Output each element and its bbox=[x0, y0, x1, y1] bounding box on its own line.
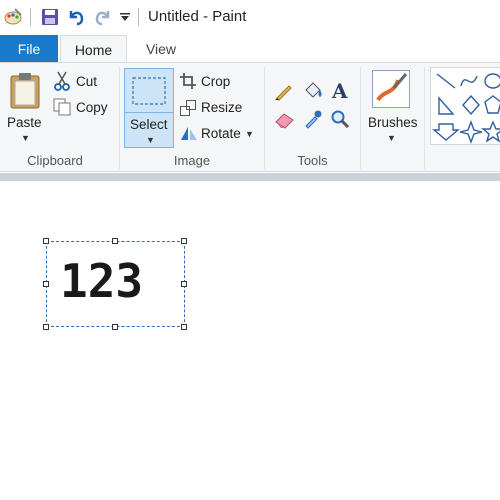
four-point-star-shape-icon bbox=[459, 120, 483, 144]
cut-icon[interactable] bbox=[54, 71, 70, 94]
rotate-icon[interactable] bbox=[180, 125, 198, 144]
crop-button[interactable]: Crop bbox=[201, 74, 230, 89]
title-bar: Untitled - Paint bbox=[0, 0, 500, 34]
clipboard-group-label: Clipboard bbox=[27, 153, 83, 168]
five-point-star-shape-icon bbox=[481, 120, 500, 143]
pentagon-shape-icon bbox=[484, 95, 500, 114]
image-group-label: Image bbox=[173, 153, 211, 168]
copy-button[interactable]: Copy bbox=[76, 100, 108, 115]
paste-icon[interactable] bbox=[9, 72, 41, 113]
shapes-gallery[interactable] bbox=[430, 67, 500, 145]
ribbon: Paste ▼ Cut Copy Clipboard Select ▼ Crop… bbox=[0, 62, 500, 172]
text-tool-icon[interactable]: A bbox=[330, 79, 352, 104]
paste-button[interactable]: Paste bbox=[7, 115, 42, 130]
brushes-icon[interactable] bbox=[372, 70, 410, 111]
window-title: Untitled - Paint bbox=[148, 8, 247, 25]
save-icon[interactable] bbox=[38, 6, 62, 28]
customize-toolbar-icon[interactable] bbox=[117, 6, 133, 28]
select-dropdown-icon[interactable]: ▼ bbox=[146, 135, 155, 145]
toolbar-separator bbox=[138, 8, 139, 26]
select-label[interactable]: Select bbox=[130, 117, 168, 132]
down-arrow-shape-icon bbox=[432, 123, 460, 141]
resize-handle[interactable] bbox=[181, 324, 187, 330]
curve-shape-icon bbox=[460, 75, 478, 87]
resize-icon[interactable] bbox=[180, 100, 196, 119]
resize-handle[interactable] bbox=[43, 238, 49, 244]
redo-icon[interactable] bbox=[91, 6, 115, 28]
crop-icon[interactable] bbox=[180, 73, 196, 92]
resize-handle[interactable] bbox=[43, 281, 49, 287]
diamond-shape-icon bbox=[462, 94, 480, 116]
toolbar-separator bbox=[30, 8, 31, 26]
select-button[interactable]: Select ▼ bbox=[124, 68, 174, 148]
fill-bucket-icon[interactable] bbox=[302, 80, 324, 105]
magnifier-icon[interactable] bbox=[330, 109, 350, 132]
resize-button[interactable]: Resize bbox=[201, 100, 242, 115]
undo-icon[interactable] bbox=[64, 6, 88, 28]
eraser-icon[interactable] bbox=[275, 111, 295, 132]
svg-text:A: A bbox=[331, 79, 348, 101]
pencil-icon[interactable] bbox=[274, 81, 294, 104]
copy-icon[interactable] bbox=[53, 98, 71, 119]
resize-handle[interactable] bbox=[43, 324, 49, 330]
color-picker-icon[interactable] bbox=[303, 109, 323, 132]
resize-handle[interactable] bbox=[112, 238, 118, 244]
group-divider bbox=[424, 67, 425, 169]
canvas-drawn-text: 123 bbox=[60, 254, 144, 308]
tools-group-label: Tools bbox=[297, 153, 328, 168]
canvas-border bbox=[0, 173, 500, 181]
brushes-button[interactable]: Brushes bbox=[368, 115, 418, 130]
select-rectangle-icon bbox=[132, 77, 166, 105]
shapes-gallery-icons bbox=[432, 73, 500, 144]
paint-app-icon[interactable] bbox=[2, 6, 24, 28]
group-divider bbox=[360, 67, 361, 169]
ribbon-tabs: File Home View bbox=[0, 35, 500, 63]
tab-home[interactable]: Home bbox=[60, 35, 127, 63]
resize-handle[interactable] bbox=[181, 281, 187, 287]
paste-dropdown-icon[interactable]: ▼ bbox=[21, 133, 30, 143]
resize-handle[interactable] bbox=[181, 238, 187, 244]
line-shape-icon bbox=[436, 73, 456, 89]
oval-shape-icon bbox=[484, 73, 500, 89]
cut-button[interactable]: Cut bbox=[76, 74, 97, 89]
brushes-dropdown-icon[interactable]: ▼ bbox=[387, 133, 396, 143]
resize-handle[interactable] bbox=[112, 324, 118, 330]
tab-file[interactable]: File bbox=[0, 35, 58, 63]
right-triangle-shape-icon bbox=[438, 96, 455, 115]
rotate-dropdown-icon[interactable]: ▼ bbox=[245, 129, 254, 139]
select-icon-area[interactable] bbox=[125, 69, 173, 113]
rotate-button[interactable]: Rotate bbox=[201, 126, 241, 141]
tab-view[interactable]: View bbox=[130, 35, 192, 63]
drawing-canvas[interactable] bbox=[0, 181, 500, 500]
